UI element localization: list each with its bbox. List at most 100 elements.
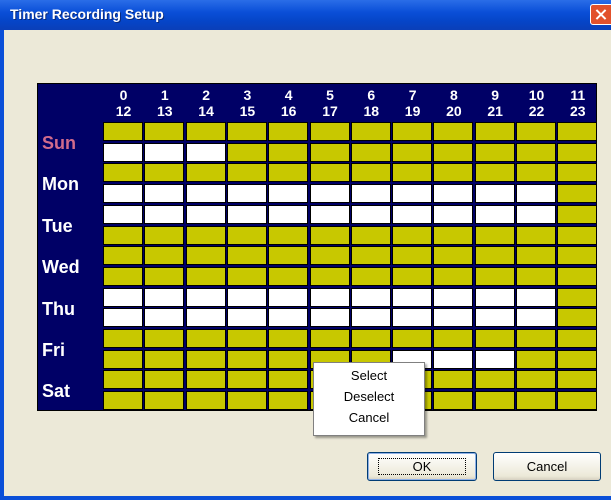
day-label-thu[interactable]: Thu <box>42 298 102 320</box>
schedule-cell[interactable] <box>557 142 598 162</box>
schedule-cell[interactable] <box>392 266 433 286</box>
close-button[interactable] <box>590 4 611 25</box>
schedule-cell[interactable] <box>268 246 309 266</box>
schedule-cell[interactable] <box>392 142 433 162</box>
schedule-cell[interactable] <box>226 184 267 204</box>
schedule-cell[interactable] <box>392 246 433 266</box>
schedule-cell[interactable] <box>557 204 598 224</box>
schedule-cell[interactable] <box>350 163 391 183</box>
schedule-cell[interactable] <box>226 391 267 411</box>
schedule-cell[interactable] <box>309 329 350 348</box>
schedule-cell[interactable] <box>144 142 185 162</box>
schedule-cell[interactable] <box>185 184 226 204</box>
schedule-cell[interactable] <box>516 163 556 183</box>
schedule-cell[interactable] <box>226 349 267 369</box>
schedule-cell[interactable] <box>185 204 226 224</box>
schedule-cell[interactable] <box>557 184 598 204</box>
schedule-cell[interactable] <box>350 204 391 224</box>
menu-item-cancel[interactable]: Cancel <box>314 408 424 428</box>
schedule-cell[interactable] <box>433 122 474 141</box>
schedule-cell[interactable] <box>557 349 598 369</box>
schedule-cell[interactable] <box>474 308 515 328</box>
schedule-cell[interactable] <box>309 184 350 204</box>
schedule-cell[interactable] <box>144 308 185 328</box>
schedule-cell[interactable] <box>185 163 226 183</box>
schedule-cell[interactable] <box>392 225 433 245</box>
schedule-cell[interactable] <box>185 391 226 411</box>
schedule-cell[interactable] <box>392 204 433 224</box>
schedule-cell[interactable] <box>516 184 556 204</box>
schedule-cell[interactable] <box>144 204 185 224</box>
schedule-cell[interactable] <box>516 204 556 224</box>
schedule-cell[interactable] <box>103 370 143 390</box>
schedule-cell[interactable] <box>226 329 267 348</box>
schedule-cell[interactable] <box>268 204 309 224</box>
schedule-cell[interactable] <box>268 308 309 328</box>
day-label-tue[interactable]: Tue <box>42 215 102 237</box>
schedule-cell[interactable] <box>226 370 267 390</box>
schedule-cell[interactable] <box>350 225 391 245</box>
schedule-cell[interactable] <box>516 142 556 162</box>
schedule-cell[interactable] <box>474 391 515 411</box>
ok-button[interactable]: OK <box>367 452 477 481</box>
schedule-cell[interactable] <box>185 287 226 307</box>
schedule-cell[interactable] <box>474 266 515 286</box>
schedule-cell[interactable] <box>226 308 267 328</box>
schedule-cell[interactable] <box>433 329 474 348</box>
schedule-cell[interactable] <box>185 122 226 141</box>
schedule-cell[interactable] <box>516 349 556 369</box>
schedule-cell[interactable] <box>185 142 226 162</box>
schedule-cell[interactable] <box>392 329 433 348</box>
schedule-cell[interactable] <box>268 391 309 411</box>
schedule-cell[interactable] <box>557 308 598 328</box>
schedule-cell[interactable] <box>226 246 267 266</box>
schedule-cell[interactable] <box>185 329 226 348</box>
schedule-cell[interactable] <box>433 246 474 266</box>
schedule-cell[interactable] <box>144 266 185 286</box>
schedule-cell[interactable] <box>309 287 350 307</box>
schedule-cell[interactable] <box>268 122 309 141</box>
schedule-cell[interactable] <box>103 122 143 141</box>
schedule-cell[interactable] <box>433 225 474 245</box>
schedule-cell[interactable] <box>144 349 185 369</box>
schedule-cell[interactable] <box>185 349 226 369</box>
schedule-cell[interactable] <box>557 391 598 411</box>
schedule-cell[interactable] <box>268 163 309 183</box>
schedule-cell[interactable] <box>185 308 226 328</box>
cancel-button[interactable]: Cancel <box>493 452 601 481</box>
schedule-cell[interactable] <box>557 246 598 266</box>
schedule-cell[interactable] <box>474 122 515 141</box>
schedule-cell[interactable] <box>433 391 474 411</box>
menu-item-select[interactable]: Select <box>314 366 424 386</box>
schedule-cell[interactable] <box>144 225 185 245</box>
schedule-cell[interactable] <box>557 163 598 183</box>
schedule-cell[interactable] <box>516 225 556 245</box>
schedule-cell[interactable] <box>144 163 185 183</box>
day-label-sat[interactable]: Sat <box>42 380 102 402</box>
day-label-fri[interactable]: Fri <box>42 339 102 361</box>
schedule-cell[interactable] <box>268 349 309 369</box>
schedule-cell[interactable] <box>185 225 226 245</box>
schedule-cell[interactable] <box>226 142 267 162</box>
schedule-cell[interactable] <box>268 329 309 348</box>
day-label-mon[interactable]: Mon <box>42 173 102 195</box>
schedule-cell[interactable] <box>144 370 185 390</box>
schedule-cell[interactable] <box>185 266 226 286</box>
schedule-cell[interactable] <box>268 225 309 245</box>
schedule-cell[interactable] <box>309 266 350 286</box>
schedule-cell[interactable] <box>103 287 143 307</box>
schedule-cell[interactable] <box>268 287 309 307</box>
schedule-cell[interactable] <box>433 349 474 369</box>
schedule-cell[interactable] <box>557 122 598 141</box>
schedule-cell[interactable] <box>144 184 185 204</box>
schedule-cell[interactable] <box>557 225 598 245</box>
schedule-cell[interactable] <box>433 308 474 328</box>
schedule-cell[interactable] <box>392 287 433 307</box>
schedule-cell[interactable] <box>433 287 474 307</box>
schedule-cell[interactable] <box>103 163 143 183</box>
schedule-cell[interactable] <box>557 266 598 286</box>
schedule-cell[interactable] <box>103 308 143 328</box>
schedule-cell[interactable] <box>433 204 474 224</box>
schedule-cell[interactable] <box>474 329 515 348</box>
schedule-cell[interactable] <box>433 163 474 183</box>
